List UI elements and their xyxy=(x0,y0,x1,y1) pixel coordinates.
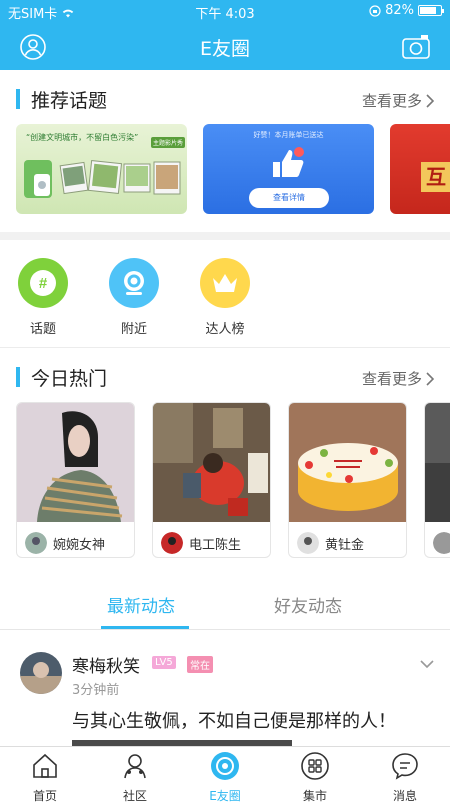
hot-card[interactable]: 电工陈生 xyxy=(152,402,271,558)
chevron-down-icon[interactable] xyxy=(420,660,434,669)
hot-card[interactable]: 黄钍金 xyxy=(288,402,407,558)
tab-indicator xyxy=(101,626,189,629)
chevron-right-icon xyxy=(426,371,434,386)
entry-topic-label: 话题 xyxy=(29,322,56,337)
banner-city[interactable]: “创建文明城市，不留白色污染” 主题影片秀 xyxy=(16,124,187,214)
entry-ranking-label: 达人榜 xyxy=(205,322,245,337)
tabbar-market[interactable]: 集市 xyxy=(285,751,345,804)
battery-icon xyxy=(418,5,444,16)
banner-promo-text: 互 xyxy=(421,162,450,192)
entry-nearby-label: 附近 xyxy=(120,322,147,337)
market-icon xyxy=(301,752,329,780)
avatar xyxy=(25,532,47,554)
circle-icon xyxy=(211,752,239,780)
location-icon xyxy=(109,258,159,308)
status-badge: 常在 xyxy=(187,656,213,673)
hot-header: 今日热门 查看更多 xyxy=(0,362,450,392)
entry-nearby[interactable]: 附近 xyxy=(99,258,169,337)
banner-city-image xyxy=(24,159,181,198)
tabbar-label: 消息 xyxy=(392,789,417,803)
recommend-more-link[interactable]: 查看更多 xyxy=(362,90,434,111)
tabbar-label: 集市 xyxy=(302,789,327,803)
tabbar-circle[interactable]: E友圈 xyxy=(195,751,255,804)
hash-icon: # xyxy=(18,258,68,308)
recommend-title: 推荐话题 xyxy=(31,90,108,112)
message-icon xyxy=(392,753,418,780)
tabbar-community[interactable]: 社区 xyxy=(105,751,165,804)
rotation-lock-icon xyxy=(369,4,381,17)
divider xyxy=(0,347,450,348)
tabbar-home[interactable]: 首页 xyxy=(15,751,75,804)
post-content: 与其心生敬佩，不如自己便是那样的人！ xyxy=(72,711,396,732)
hot-card-image xyxy=(153,403,270,522)
tabbar-message[interactable]: 消息 xyxy=(375,751,435,804)
tab-latest[interactable]: 最新动态 xyxy=(107,592,175,617)
tabbar-label: 首页 xyxy=(32,789,57,803)
camera-icon[interactable] xyxy=(402,34,430,60)
avatar[interactable] xyxy=(20,652,62,694)
entry-ranking[interactable]: 达人榜 xyxy=(190,258,260,337)
post-time: 3分钟前 xyxy=(72,683,120,698)
hot-card-image xyxy=(17,403,134,522)
home-icon xyxy=(33,753,57,778)
section-marker xyxy=(16,367,20,387)
banner-city-caption: “创建文明城市，不留白色污染” xyxy=(26,133,139,142)
tabbar-label: E友圈 xyxy=(209,789,241,803)
battery-percent: 82% xyxy=(385,3,414,18)
page-title: E友圈 xyxy=(199,38,250,60)
crown-icon xyxy=(200,258,250,308)
section-marker xyxy=(16,89,20,109)
status-bar: 无SIM卡 下午 4:03 82% xyxy=(0,0,450,22)
entry-topic[interactable]: # 话题 xyxy=(8,258,78,337)
banner-city-tag: 主题影片秀 xyxy=(151,137,186,148)
hot-card-image xyxy=(289,403,406,522)
avatar xyxy=(297,532,319,554)
bottom-tab-bar: 首页 社区 E友圈 集市 消息 xyxy=(0,746,450,803)
community-icon xyxy=(124,754,146,779)
thumbs-up-icon xyxy=(273,147,304,177)
more-label: 查看更多 xyxy=(361,92,422,110)
banner-bill[interactable]: 好赞！本月账单已送达 查看详情 xyxy=(203,124,374,214)
tabbar-label: 社区 xyxy=(122,789,147,803)
divider xyxy=(0,232,450,240)
hot-title: 今日热门 xyxy=(31,368,108,390)
banner-promo[interactable]: 互 xyxy=(390,124,450,214)
recommend-header: 推荐话题 查看更多 xyxy=(0,84,450,114)
level-badge: LV5 xyxy=(152,656,176,669)
post-author[interactable]: 寒梅秋笑 xyxy=(72,652,140,677)
hot-card-name: 黄钍金 xyxy=(325,537,365,553)
banner-bill-button[interactable]: 查看详情 xyxy=(249,188,329,208)
hot-card-image xyxy=(425,403,450,522)
hot-more-link[interactable]: 查看更多 xyxy=(362,368,434,389)
avatar xyxy=(433,532,450,554)
svg-text:#: # xyxy=(39,275,48,292)
avatar xyxy=(161,532,183,554)
hot-card-partial[interactable] xyxy=(424,402,450,558)
hot-card-name: 电工陈生 xyxy=(189,537,242,553)
hot-card-name: 婉婉女神 xyxy=(53,537,106,553)
hot-card[interactable]: 婉婉女神 xyxy=(16,402,135,558)
banner-bill-text: 好赞！本月账单已送达 xyxy=(253,131,324,139)
more-label: 查看更多 xyxy=(361,370,422,388)
feed-tabs: 最新动态 好友动态 xyxy=(0,580,450,630)
tab-friends[interactable]: 好友动态 xyxy=(274,592,342,617)
nav-bar: E友圈 xyxy=(0,22,450,70)
chevron-right-icon xyxy=(426,93,434,108)
